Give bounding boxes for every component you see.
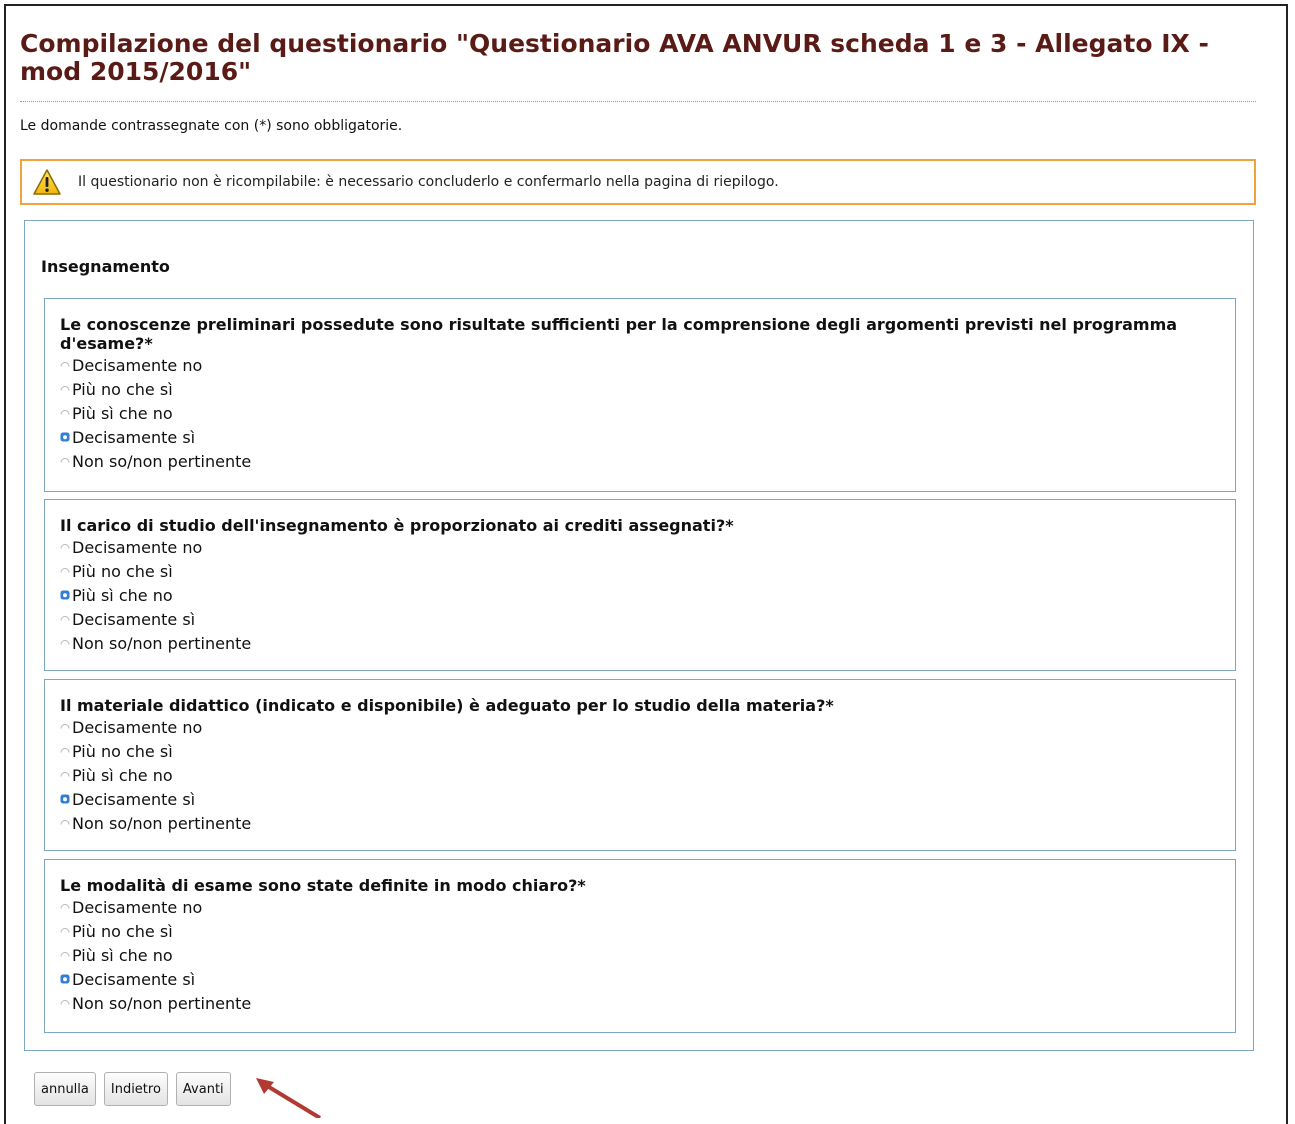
answer-option-label: Decisamente sì [72,789,196,809]
radio-checked-icon[interactable] [60,794,70,804]
radio-unchecked-icon[interactable] [60,770,70,780]
answer-option[interactable]: Più sì che no [60,763,1220,787]
page-title: Compilazione del questionario "Questiona… [20,29,1209,86]
section-insegnamento: Insegnamento Le conoscenze preliminari p… [24,220,1254,1051]
answer-option[interactable]: Più sì che no [60,583,1220,607]
answer-option-label: Più sì che no [72,585,173,605]
answer-option[interactable]: Decisamente no [60,535,1220,559]
radio-unchecked-icon[interactable] [60,638,70,648]
warning-box: Il questionario non è ricompilabile: è n… [20,159,1256,205]
radio-unchecked-icon[interactable] [60,818,70,828]
answer-option-label: Decisamente no [72,897,203,917]
answer-option-label: Più sì che no [72,403,173,423]
question-text: Il carico di studio dell'insegnamento è … [60,516,734,535]
answer-option[interactable]: Decisamente sì [60,967,1220,991]
answer-option-label: Decisamente sì [72,969,196,989]
answer-option-label: Decisamente no [72,355,203,375]
radio-unchecked-icon[interactable] [60,926,70,936]
radio-unchecked-icon[interactable] [60,408,70,418]
answer-option[interactable]: Più sì che no [60,401,1220,425]
warning-triangle-icon [32,167,70,197]
answer-option-label: Più no che sì [72,379,173,399]
answer-option[interactable]: Non so/non pertinente [60,449,1220,473]
question-text: Le conoscenze preliminari possedute sono… [60,315,1178,353]
answer-option[interactable]: Non so/non pertinente [60,811,1220,835]
answer-option-label: Decisamente sì [72,427,196,447]
radio-unchecked-icon[interactable] [60,902,70,912]
radio-unchecked-icon[interactable] [60,566,70,576]
answer-option[interactable]: Decisamente no [60,715,1220,739]
answer-option[interactable]: Più no che sì [60,559,1220,583]
answer-option[interactable]: Decisamente sì [60,425,1220,449]
answer-option-label: Più no che sì [72,741,173,761]
title-divider [20,101,1256,102]
required-fields-note: Le domande contrassegnate con (*) sono o… [20,118,403,134]
back-button[interactable]: Indietro [103,1072,168,1106]
answer-option[interactable]: Più sì che no [60,943,1220,967]
radio-unchecked-icon[interactable] [60,722,70,732]
radio-checked-icon[interactable] [60,432,70,442]
answer-option-label: Decisamente no [72,717,203,737]
answer-option-label: Decisamente sì [72,609,196,629]
answer-option[interactable]: Decisamente no [60,353,1220,377]
answer-option-label: Non so/non pertinente [72,993,252,1013]
question-text: Le modalità di esame sono state definite… [60,876,586,895]
answer-option[interactable]: Più no che sì [60,739,1220,763]
answer-option-label: Non so/non pertinente [72,451,252,471]
question-block: Le modalità di esame sono state definite… [44,859,1236,1033]
next-button[interactable]: Avanti [175,1072,231,1106]
answer-option[interactable]: Decisamente no [60,895,1220,919]
answer-option[interactable]: Decisamente sì [60,607,1220,631]
question-block: Il carico di studio dell'insegnamento è … [44,499,1236,671]
radio-unchecked-icon[interactable] [60,456,70,466]
cancel-button[interactable]: annulla [34,1072,96,1106]
answer-option-label: Decisamente no [72,537,203,557]
answer-option-label: Più sì che no [72,945,173,965]
answer-option[interactable]: Più no che sì [60,919,1220,943]
radio-unchecked-icon[interactable] [60,542,70,552]
answer-option-label: Più no che sì [72,921,173,941]
question-text: Il materiale didattico (indicato e dispo… [60,696,834,715]
radio-unchecked-icon[interactable] [60,950,70,960]
radio-unchecked-icon[interactable] [60,998,70,1008]
radio-unchecked-icon[interactable] [60,384,70,394]
answer-option-label: Non so/non pertinente [72,633,252,653]
answer-option[interactable]: Più no che sì [60,377,1220,401]
answer-option[interactable]: Non so/non pertinente [60,991,1220,1015]
radio-unchecked-icon[interactable] [60,360,70,370]
warning-text: Il questionario non è ricompilabile: è n… [78,174,779,190]
question-block: Il materiale didattico (indicato e dispo… [44,679,1236,851]
navigation-buttons: annulla Indietro Avanti [34,1072,231,1106]
answer-option-label: Più no che sì [72,561,173,581]
radio-unchecked-icon[interactable] [60,614,70,624]
radio-checked-icon[interactable] [60,974,70,984]
question-block: Le conoscenze preliminari possedute sono… [44,298,1236,492]
radio-unchecked-icon[interactable] [60,746,70,756]
answer-option[interactable]: Non so/non pertinente [60,631,1220,655]
section-title: Insegnamento [41,257,170,276]
radio-checked-icon[interactable] [60,590,70,600]
answer-option-label: Più sì che no [72,765,173,785]
answer-option-label: Non so/non pertinente [72,813,252,833]
annotation-arrow-icon [256,1078,322,1118]
answer-option[interactable]: Decisamente sì [60,787,1220,811]
